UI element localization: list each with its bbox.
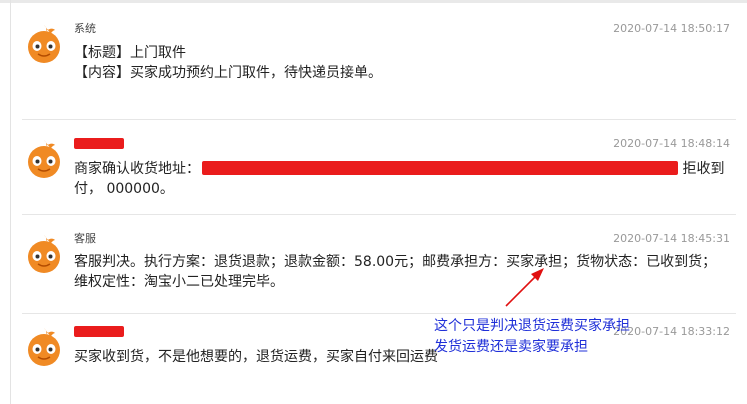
message-time: 2020-07-14 18:48:14 [613, 137, 730, 150]
message-divider [22, 119, 736, 120]
sender-name: 客服 [74, 232, 96, 245]
message-line: 商家确认收货地址： 拒收到 [74, 159, 736, 179]
left-border [10, 0, 11, 404]
annotation-line: 发货运费还是卖家要承担 [434, 339, 588, 355]
message-time: 2020-07-14 18:33:12 [613, 325, 730, 338]
avatar-icon [28, 140, 60, 178]
message-body: 商家确认收货地址： 拒收到 付， 000000。 [74, 159, 736, 199]
message-text: 拒收到 [682, 161, 725, 177]
avatar-icon [28, 235, 60, 273]
message-item: 2020-07-14 18:48:14 商家确认收货地址： 拒收到 付， 000… [22, 137, 736, 217]
avatar-icon [28, 328, 60, 366]
message-line: 付， 000000。 [74, 181, 174, 197]
message-line: 【内容】买家成功预约上门取件，待快递员接单。 [74, 65, 382, 81]
annotation-note: 这个只是判决退货运费买家承担 发货运费还是卖家要承担 [434, 316, 630, 358]
sender-name-redacted [74, 138, 124, 149]
message-divider [22, 214, 736, 215]
sender-name: 系统 [74, 22, 96, 35]
address-redacted [202, 161, 678, 175]
message-line: 客服判决。执行方案：退货退款；退款金额：58.00元；邮费承担方：买家承担；货物… [74, 254, 717, 270]
window-top-border [0, 0, 747, 3]
message-line: 【标题】上门取件 [74, 45, 186, 61]
annotation-line: 这个只是判决退货运费买家承担 [434, 318, 630, 334]
message-divider [22, 313, 736, 314]
message-line: 买家收到货，不是他想要的，退货运费，买家自付来回运费 [74, 349, 438, 365]
message-item: 系统 2020-07-14 18:50:17 【标题】上门取件 【内容】买家成功… [22, 22, 736, 102]
message-body: 客服判决。执行方案：退货退款；退款金额：58.00元；邮费承担方：买家承担；货物… [74, 252, 736, 292]
sender-name-redacted [74, 326, 124, 337]
address-label: 商家确认收货地址： [74, 161, 200, 177]
message-body: 买家收到货，不是他想要的，退货运费，买家自付来回运费 [74, 347, 736, 367]
message-item: 客服 2020-07-14 18:45:31 客服判决。执行方案：退货退款；退款… [22, 232, 736, 312]
message-line: 维权定性：淘宝小二已处理完毕。 [74, 274, 284, 290]
red-arrow-icon [505, 268, 544, 307]
message-time: 2020-07-14 18:50:17 [613, 22, 730, 35]
message-body: 【标题】上门取件 【内容】买家成功预约上门取件，待快递员接单。 [74, 43, 736, 83]
avatar-icon [28, 25, 60, 63]
message-time: 2020-07-14 18:45:31 [613, 232, 730, 245]
